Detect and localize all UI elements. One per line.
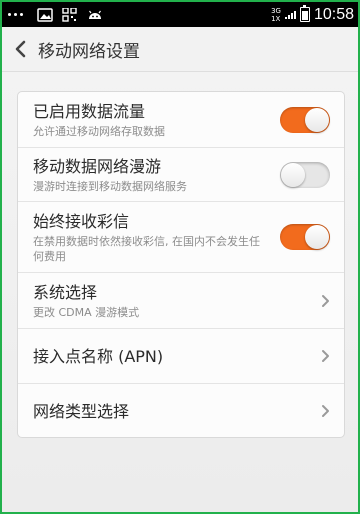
clock: 10:58: [313, 5, 354, 23]
phone-screen: 3G 1X 10:58 移动网络设置 已启用数据流量 允许通过移动网络存取数据: [0, 0, 360, 514]
mobile-data-toggle[interactable]: [280, 106, 330, 133]
chevron-right-icon: [322, 350, 329, 362]
android-robot-icon: [89, 10, 101, 19]
title-bar: 移动网络设置: [2, 27, 358, 72]
setting-network-type[interactable]: 网络类型选择: [18, 384, 344, 437]
qr-code-icon: [62, 7, 77, 22]
setting-title: 系统选择: [33, 282, 98, 302]
network-label-3g: 3G: [271, 6, 281, 15]
more-dots-icon: [8, 10, 28, 20]
back-button[interactable]: [2, 27, 38, 72]
network-type-indicator: 3G 1X: [271, 7, 281, 23]
setting-title: 网络类型选择: [33, 401, 130, 421]
status-bar: 3G 1X 10:58: [2, 2, 358, 27]
data-roaming-toggle[interactable]: [280, 161, 330, 188]
setting-apn[interactable]: 接入点名称 (APN): [18, 329, 344, 384]
setting-data-roaming[interactable]: 移动数据网络漫游 漫游时连接到移动数据网络服务: [18, 148, 344, 202]
gallery-icon: [37, 7, 53, 22]
chevron-left-icon: [15, 40, 26, 58]
setting-always-receive-mms[interactable]: 始终接收彩信 在禁用数据时依然接收彩信, 在国内不会发生任何费用: [18, 202, 344, 273]
settings-card: 已启用数据流量 允许通过移动网络存取数据 移动数据网络漫游 漫游时连接到移动数据…: [17, 91, 345, 438]
settings-content: 已启用数据流量 允许通过移动网络存取数据 移动数据网络漫游 漫游时连接到移动数据…: [2, 72, 358, 512]
setting-subtitle: 更改 CDMA 漫游模式: [33, 305, 140, 319]
toggle-knob: [305, 107, 329, 132]
setting-mobile-data[interactable]: 已启用数据流量 允许通过移动网络存取数据: [18, 92, 344, 148]
signal-strength-icon: [284, 10, 296, 19]
battery-icon: [299, 5, 310, 22]
toggle-knob: [281, 162, 305, 187]
chevron-right-icon: [322, 294, 329, 307]
setting-system-select[interactable]: 系统选择 更改 CDMA 漫游模式: [18, 273, 344, 329]
chevron-right-icon: [322, 405, 329, 417]
toggle-knob: [305, 225, 329, 249]
always-receive-mms-toggle[interactable]: [280, 224, 330, 250]
page-title: 移动网络设置: [38, 41, 140, 62]
network-label-1x: 1X: [271, 14, 281, 23]
setting-title: 接入点名称 (APN): [33, 346, 164, 366]
